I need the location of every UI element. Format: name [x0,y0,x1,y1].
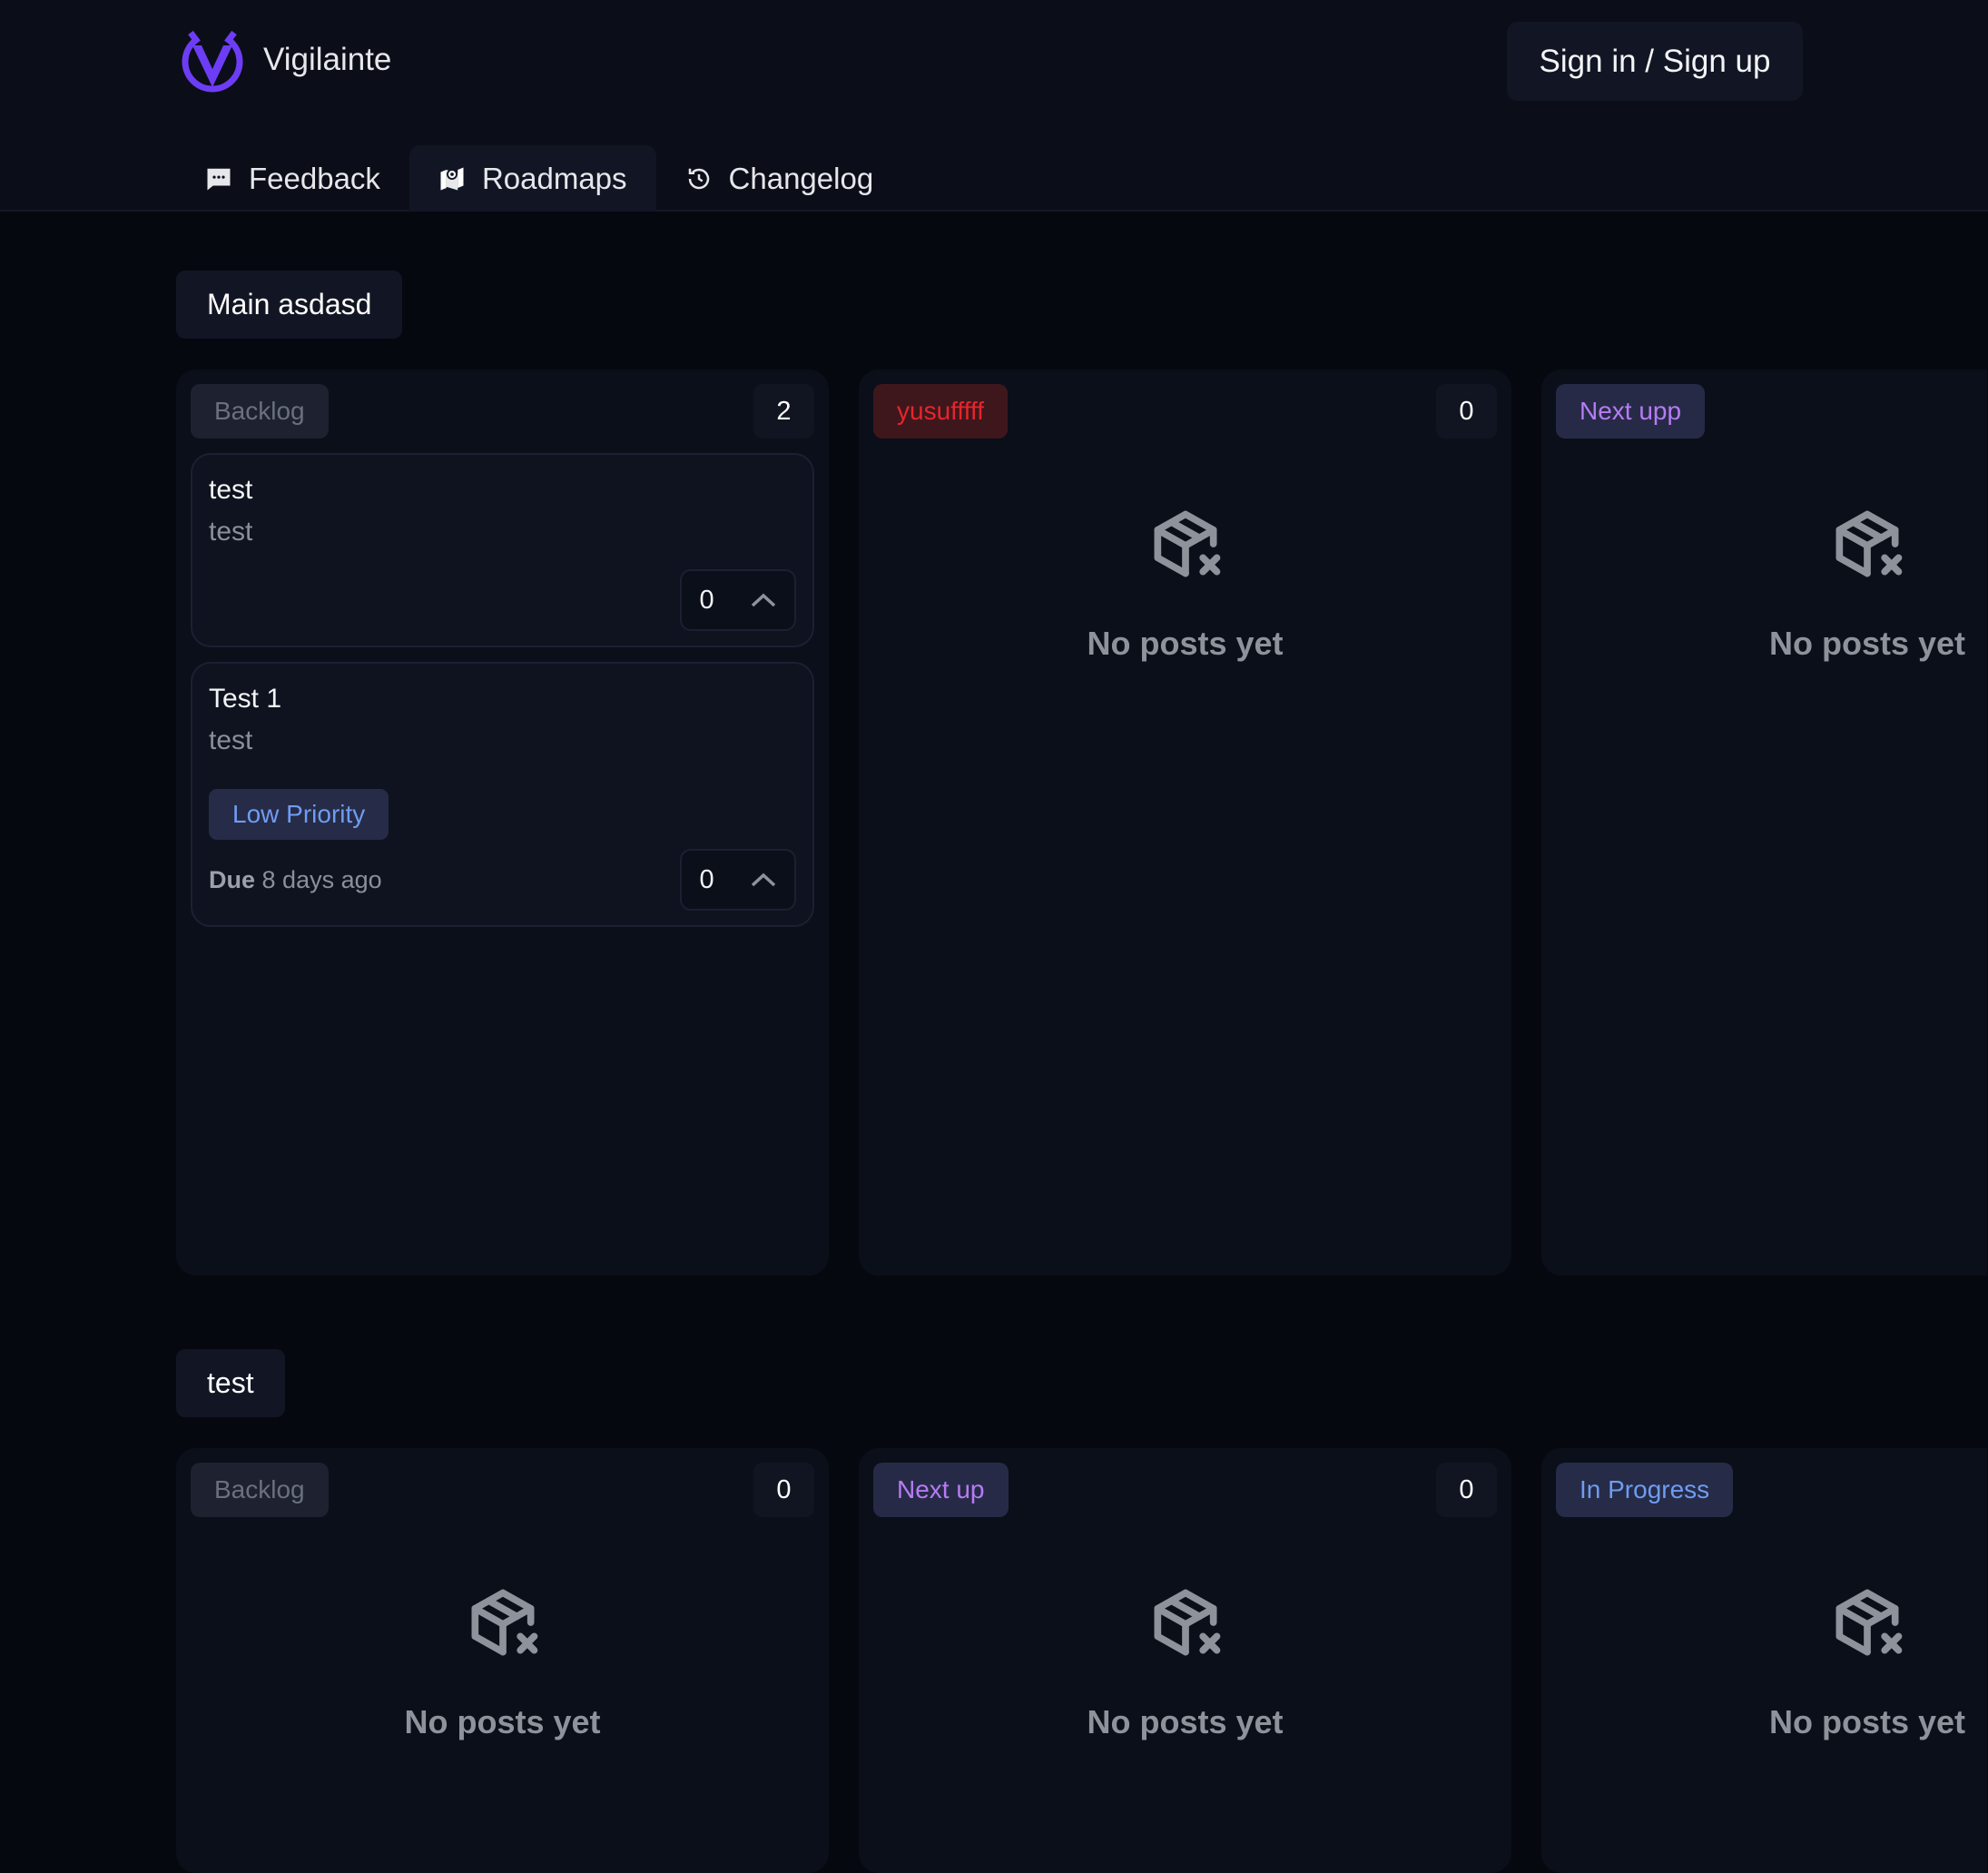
roadmap-section: test Backlog 0 No posts yet Next up 0 No posts… [176,1349,1988,1873]
status-column: Next upp No posts yet [1541,370,1987,1276]
tab-label: Changelog [728,161,874,195]
upvote-button[interactable]: 0 [680,849,796,911]
upvote-chevron-icon [751,872,775,887]
due-date: Due 8 days ago [209,866,382,894]
brand-name: Vigilainte [263,42,392,77]
tab-feedback[interactable]: Feedback [176,145,409,212]
post-description: test [209,725,253,755]
roadmap-title-button[interactable]: Main asdasd [176,271,403,339]
vote-count: 0 [699,585,714,615]
tab-changelog[interactable]: Changelog [656,145,903,212]
nav-tabs: Feedback Roadmaps Changelog [176,145,902,212]
header: Vigilainte Sign in / Sign up Feedback Ro… [0,0,1988,212]
upvote-chevron-icon [751,593,775,607]
post-count: 2 [753,384,814,439]
empty-box-icon [1835,510,1903,577]
columns: Backlog 0 No posts yet Next up 0 No posts yet… [176,1448,1987,1873]
roadmap-section: Main asdasd Backlog 2 test test 0 Test 1 test Lo… [176,271,1988,1276]
empty-box-icon [1154,1589,1220,1656]
due-value: 8 days ago [261,865,382,893]
post-count: 0 [1436,1463,1497,1517]
status-badge: Next up [873,1463,1009,1517]
empty-text: No posts yet [1768,625,1966,662]
status-column: In Progress No posts yet [1541,1448,1987,1873]
status-badge: yusufffff [873,384,1009,439]
status-badge: Next upp [1556,384,1706,439]
due-label: Due [209,865,256,893]
empty-box-icon [1835,1589,1903,1656]
priority-tag: Low Priority [209,789,389,840]
sign-in-button[interactable]: Sign in / Sign up [1507,22,1803,101]
post-title: test [209,475,253,505]
history-icon [688,168,709,189]
status-column: yusufffff 0 No posts yet [859,370,1511,1276]
map-icon [440,167,464,190]
vigilainte-logo[interactable] [178,27,247,96]
empty-state: No posts yet [873,1581,1497,1741]
post-card[interactable]: Test 1 test Low Priority Due 8 days ago 0 [191,662,814,927]
upvote-button[interactable]: 0 [680,569,796,631]
empty-text: No posts yet [1087,625,1284,662]
status-column: Next up 0 No posts yet [859,1448,1511,1873]
tab-roadmaps[interactable]: Roadmaps [408,145,656,212]
post-card[interactable]: test test 0 [191,453,814,647]
post-description: test [209,517,253,547]
tab-label: Roadmaps [481,161,627,195]
status-badge: Backlog [191,1463,329,1517]
post-title: Test 1 [209,684,282,714]
roadmap-title-button[interactable]: test [176,1349,285,1417]
status-badge: In Progress [1556,1463,1734,1517]
empty-text: No posts yet [404,1703,601,1740]
empty-state: No posts yet [191,1581,814,1741]
status-column: Backlog 2 test test 0 Test 1 test Low Priority D… [176,370,829,1276]
empty-text: No posts yet [1087,1703,1284,1740]
columns: Backlog 2 test test 0 Test 1 test Low Priority D… [176,370,1987,1276]
empty-state: No posts yet [873,502,1497,663]
empty-box-icon [1154,510,1220,577]
post-count: 0 [1436,384,1497,439]
empty-state: No posts yet [1761,502,1973,663]
tab-label: Feedback [249,161,380,195]
empty-box-icon [471,1589,537,1656]
post-count: 0 [753,1463,814,1517]
empty-text: No posts yet [1768,1703,1966,1740]
empty-state: No posts yet [1761,1581,1973,1741]
vote-count: 0 [699,864,714,894]
chat-icon [207,168,231,190]
status-column: Backlog 0 No posts yet [176,1448,829,1873]
status-badge: Backlog [191,384,329,439]
